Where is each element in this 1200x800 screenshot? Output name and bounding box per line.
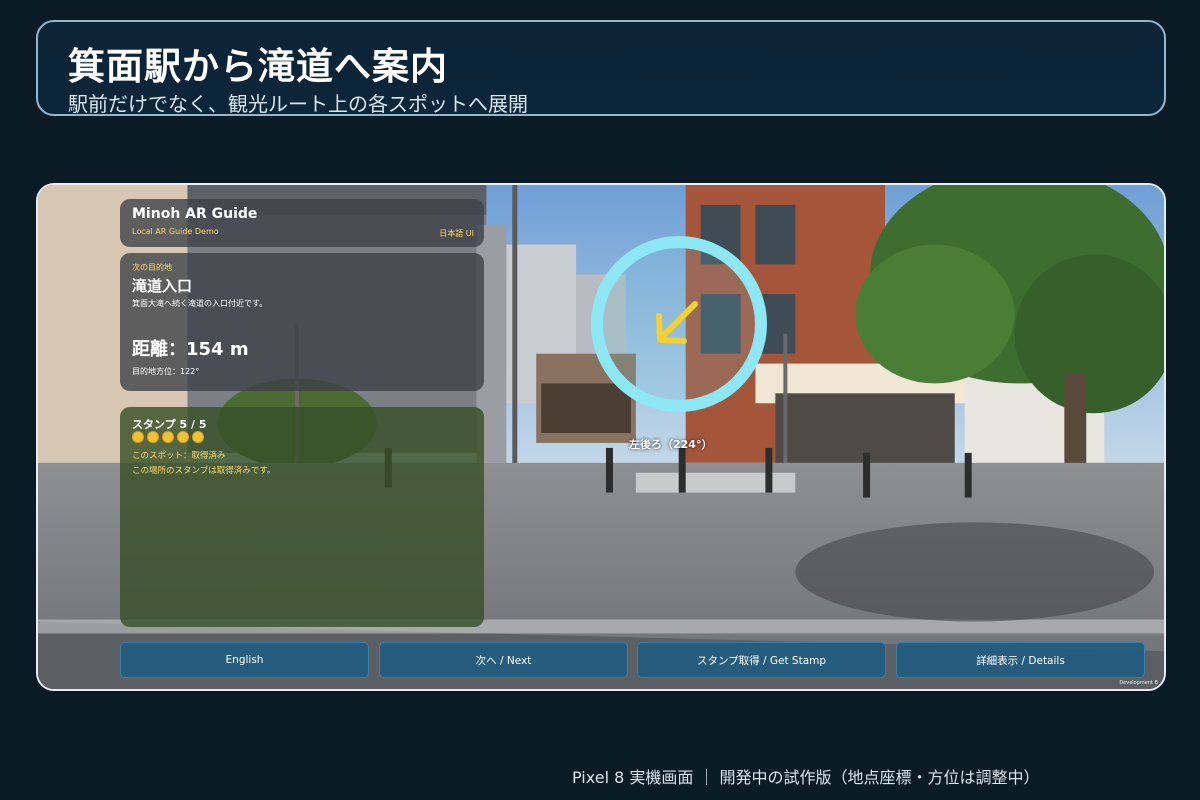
slide-subtitle: 駅前だけでなく、観光ルート上の各スポットへ展開	[68, 92, 528, 116]
slide-header: 箕面駅から滝道へ案内 駅前だけでなく、観光ルート上の各スポットへ展開	[36, 20, 1166, 116]
stamp-dots	[132, 431, 204, 443]
destination-name: 滝道入口	[132, 277, 193, 295]
info-panel: Minoh AR Guide Local AR Guide Demo 日本語 U…	[120, 199, 484, 627]
bearing-readout: 目的地方位：122°	[132, 367, 200, 376]
stamp-dot-icon	[177, 431, 189, 443]
next-button[interactable]: 次へ / Next	[379, 642, 628, 678]
action-button-row: English 次へ / Next スタンプ取得 / Get Stamp 詳細表…	[120, 642, 1146, 678]
details-button[interactable]: 詳細表示 / Details	[896, 642, 1145, 678]
phone-screen: Minoh AR Guide Local AR Guide Demo 日本語 U…	[36, 183, 1166, 691]
arrow-down-left-icon	[656, 301, 698, 344]
app-header-panel: Minoh AR Guide Local AR Guide Demo 日本語 U…	[120, 199, 484, 247]
app-title: Minoh AR Guide	[132, 206, 258, 222]
stamp-dot-icon	[162, 431, 174, 443]
direction-label: 左後ろ（224°）	[629, 438, 713, 451]
destination-description: 箕面大滝へ続く滝道の入口付近です。	[132, 299, 268, 308]
get-stamp-button[interactable]: スタンプ取得 / Get Stamp	[637, 642, 886, 678]
app-subtitle: Local AR Guide Demo	[132, 227, 219, 236]
stamp-spot-status: このスポット：取得済み	[132, 451, 226, 461]
screenshot-caption: Pixel 8 実機画面 ｜ 開発中の試作版（地点座標・方位は調整中）	[572, 768, 1040, 787]
english-button[interactable]: English	[120, 642, 369, 678]
stamp-dot-icon	[147, 431, 159, 443]
stamp-dot-icon	[192, 431, 204, 443]
language-indicator: 日本語 UI	[439, 229, 474, 238]
development-watermark: Development B	[1119, 680, 1158, 686]
next-destination-label: 次の目的地	[132, 263, 172, 272]
destination-panel: 次の目的地 滝道入口 箕面大滝へ続く滝道の入口付近です。 距離：154 m 目的…	[120, 253, 484, 391]
ar-direction-indicator	[591, 236, 767, 412]
distance-readout: 距離：154 m	[132, 339, 249, 360]
slide-title: 箕面駅から滝道へ案内	[68, 45, 448, 88]
stamp-count: スタンプ 5 / 5	[132, 418, 207, 431]
stamp-message: この場所のスタンプは取得済みです。	[132, 466, 276, 476]
stamp-dot-icon	[132, 431, 144, 443]
stamp-panel: スタンプ 5 / 5 このスポット：取得済み この場所のスタンプは取得済みです。	[120, 407, 484, 627]
